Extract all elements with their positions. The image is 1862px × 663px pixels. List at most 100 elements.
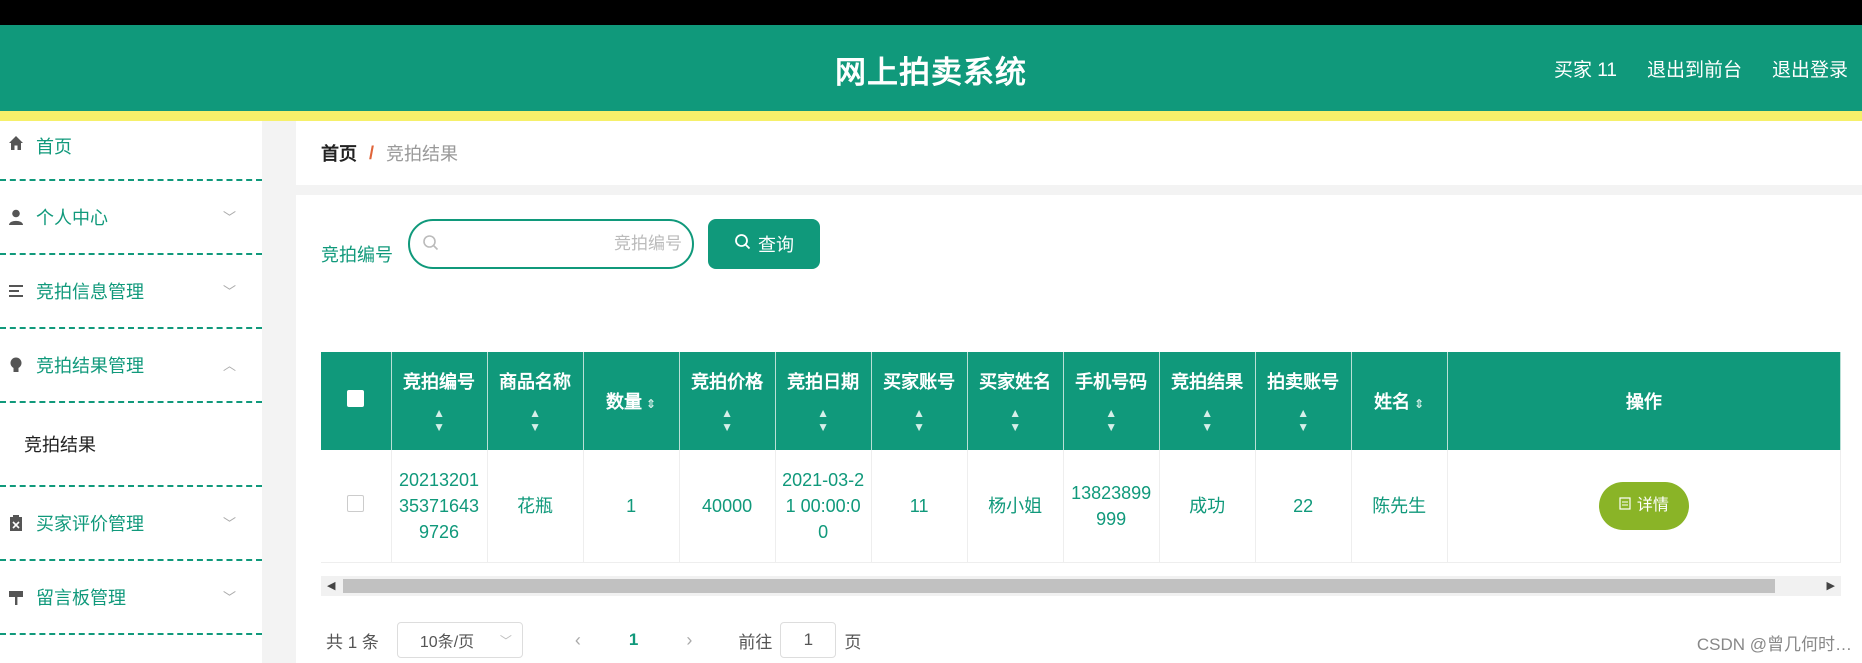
- clipboard-icon: [6, 513, 26, 533]
- sidebar-item-auction-result-mgmt[interactable]: 竞拍结果管理 ︿: [0, 329, 262, 403]
- column-header[interactable]: 竞拍日期 ▲ ▼: [775, 352, 872, 450]
- breadcrumb-current: 竞拍结果: [386, 144, 459, 164]
- sort-icon[interactable]: ▲ ▼: [1164, 406, 1251, 434]
- scrollbar-thumb[interactable]: [343, 579, 1775, 593]
- results-table: 竞拍编号 ▲ ▼ 商品名称 ▲ ▼ 数量 ⇕ 竞拍价格 ▲ ▼ 竞拍日期 ▲ ▼ 买家账号 ▲ ▼ 买…: [321, 352, 1842, 563]
- next-page-icon[interactable]: ›: [686, 630, 692, 651]
- page-jumper: 前往 页: [738, 622, 861, 658]
- action-cell: 详情: [1447, 450, 1842, 563]
- page-size-value: 10条/页: [419, 634, 475, 651]
- search-button-label: 查询: [758, 235, 794, 255]
- pagination: 共 1 条 10条/页 ﹀ ‹ 1 › 前往 页: [326, 622, 861, 658]
- logout-link[interactable]: 退出登录: [1772, 55, 1848, 82]
- home-icon: [6, 133, 26, 153]
- chevron-down-icon: ﹀: [222, 210, 236, 225]
- document-icon: [1619, 493, 1631, 519]
- column-header[interactable]: 竞拍编号 ▲ ▼: [391, 352, 488, 450]
- select-all-cell: [321, 352, 392, 450]
- column-header[interactable]: 买家账号 ▲ ▼: [871, 352, 968, 450]
- sidebar-item-auction-info[interactable]: 竞拍信息管理 ﹀: [0, 255, 262, 329]
- column-header[interactable]: 买家姓名 ▲ ▼: [967, 352, 1064, 450]
- table-cell: 40000: [679, 450, 776, 563]
- sort-icon[interactable]: ⇕: [646, 397, 656, 411]
- search-button[interactable]: 查询: [708, 219, 820, 269]
- goto-page-input[interactable]: [780, 622, 837, 658]
- sort-icon[interactable]: ▲ ▼: [1068, 406, 1155, 434]
- page-number[interactable]: 1: [629, 630, 638, 650]
- select-all-checkbox[interactable]: [347, 390, 365, 407]
- prev-page-icon[interactable]: ‹: [575, 630, 581, 651]
- chevron-down-icon: ﹀: [222, 516, 236, 531]
- search-input[interactable]: [450, 229, 682, 259]
- search-label: 竞拍编号: [321, 245, 393, 265]
- sort-icon[interactable]: ▲ ▼: [492, 406, 579, 434]
- goto-prefix: 前往: [738, 632, 773, 652]
- sort-icon[interactable]: ▲ ▼: [684, 406, 771, 434]
- column-header[interactable]: 拍卖账号 ▲ ▼: [1255, 352, 1352, 450]
- sidebar-item-label: 买家评价管理: [36, 514, 144, 534]
- sidebar-item-personal-center[interactable]: 个人中心 ﹀: [0, 181, 262, 255]
- column-header[interactable]: 竞拍结果 ▲ ▼: [1159, 352, 1256, 450]
- row-checkbox[interactable]: [347, 494, 365, 512]
- sidebar-item-buyer-review[interactable]: 买家评价管理 ﹀: [0, 487, 262, 561]
- sidebar: 首页 个人中心 ﹀ 竞拍信息管理 ﹀ 竞拍结果管理 ︿ 竞拍结果 买家评价管理 …: [0, 121, 262, 663]
- sidebar-item-home[interactable]: 首页: [0, 121, 262, 181]
- detail-button-label: 详情: [1636, 496, 1669, 514]
- scroll-left-icon[interactable]: ◀: [327, 579, 335, 592]
- list-icon: [6, 281, 26, 301]
- content-panel: 竞拍编号 查询 竞拍编号▲▼ 商品名称▲▼: [296, 195, 1862, 663]
- sort-icon[interactable]: ▲ ▼: [972, 406, 1059, 434]
- pagination-total: 共 1 条: [326, 632, 379, 652]
- column-header[interactable]: 姓名 ⇕: [1351, 352, 1448, 450]
- chevron-down-icon: ﹀: [499, 633, 512, 648]
- column-header[interactable]: 手机号码 ▲ ▼: [1063, 352, 1160, 450]
- column-header[interactable]: 数量 ⇕: [583, 352, 680, 450]
- sort-icon[interactable]: ⇕: [1414, 397, 1424, 411]
- header-actions: 买家 11 退出到前台 退出登录: [1554, 55, 1848, 82]
- table-cell: 陈先生: [1351, 450, 1448, 563]
- column-header[interactable]: 竞拍价格 ▲ ▼: [679, 352, 776, 450]
- detail-button[interactable]: 详情: [1598, 481, 1689, 530]
- table-cell: 11: [871, 450, 968, 563]
- row-select-cell: [321, 450, 392, 563]
- table-cell: 2021-03-21 00:00:00: [775, 450, 872, 563]
- table-cell: 杨小姐: [967, 450, 1064, 563]
- breadcrumb-home[interactable]: 首页: [321, 140, 357, 166]
- breadcrumb-separator: /: [369, 142, 375, 163]
- sidebar-subitem-auction-result[interactable]: 竞拍结果: [0, 403, 262, 487]
- watermark: CSDN @曾几何时…: [1696, 635, 1852, 654]
- table-cell: 1: [583, 450, 680, 563]
- chevron-down-icon: ﹀: [222, 590, 236, 605]
- page-size-select[interactable]: 10条/页 ﹀: [396, 622, 523, 658]
- sort-icon[interactable]: ▲ ▼: [1260, 406, 1347, 434]
- chevron-down-icon: ﹀: [222, 284, 236, 299]
- table-cell: 成功: [1159, 450, 1256, 563]
- chevron-up-icon: ︿: [222, 358, 236, 373]
- column-header: 操作: [1447, 352, 1842, 450]
- app-header: 网上拍卖系统 买家 11 退出到前台 退出登录: [0, 25, 1862, 111]
- sort-icon[interactable]: ▲ ▼: [876, 406, 963, 434]
- table-cell: 20213201353716439726: [391, 450, 488, 563]
- sort-icon[interactable]: ▲ ▼: [780, 406, 867, 434]
- bulb-icon: [6, 355, 26, 375]
- current-user-label: 买家 11: [1553, 60, 1617, 81]
- table-cell: 13823899999: [1063, 450, 1160, 563]
- table-header-row: 竞拍编号 ▲ ▼ 商品名称 ▲ ▼ 数量 ⇕ 竞拍价格 ▲ ▼ 竞拍日期 ▲ ▼ 买家账号 ▲ ▼ 买…: [321, 352, 1842, 450]
- search-icon: [734, 233, 752, 256]
- main-area: 首页 / 竞拍结果 竞拍编号 查询: [296, 121, 1862, 663]
- horizontal-scrollbar[interactable]: ◀ ▶: [321, 576, 1841, 596]
- sort-icon[interactable]: ▲ ▼: [396, 406, 483, 434]
- column-header[interactable]: 商品名称 ▲ ▼: [487, 352, 584, 450]
- sidebar-item-label: 留言板管理: [36, 588, 126, 608]
- sidebar-item-message-board[interactable]: 留言板管理 ﹀: [0, 561, 262, 635]
- back-to-front-link[interactable]: 退出到前台: [1647, 55, 1742, 82]
- search-box: [408, 219, 694, 269]
- sidebar-item-label: 竞拍信息管理: [36, 282, 144, 302]
- scroll-right-icon[interactable]: ▶: [1827, 579, 1835, 592]
- search-icon: [422, 234, 440, 257]
- window-top-bar: [0, 0, 1862, 25]
- table-row: 20213201353716439726 花瓶 1 40000 2021-03-…: [321, 450, 1842, 563]
- table-cell: 22: [1255, 450, 1352, 563]
- breadcrumb: 首页 / 竞拍结果: [296, 121, 1862, 185]
- user-icon: [6, 207, 26, 227]
